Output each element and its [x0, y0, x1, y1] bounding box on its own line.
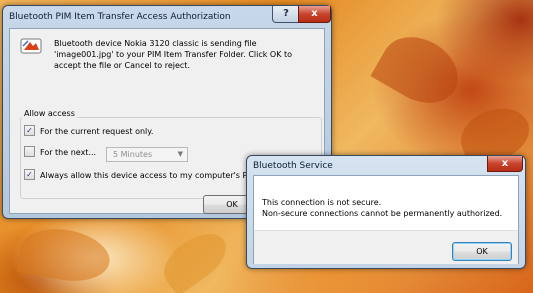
- for-next-option[interactable]: For the next...: [24, 146, 97, 159]
- dialog-body: This connection is not secure. Non-secur…: [253, 175, 519, 264]
- bluetooth-service-dialog: Bluetooth Service x This connection is n…: [246, 155, 526, 269]
- dialog-title: Bluetooth Service: [253, 161, 333, 171]
- dialog-title: Bluetooth PIM Item Transfer Access Autho…: [9, 12, 231, 22]
- option-label: For the next...: [40, 148, 97, 157]
- help-button[interactable]: ?: [272, 6, 300, 23]
- checkbox-checked-icon[interactable]: ✓: [24, 125, 35, 136]
- chevron-down-icon: ▼: [177, 150, 183, 158]
- duration-select[interactable]: 5 Minutes ▼: [106, 147, 188, 162]
- leaf-decoration: [370, 24, 470, 116]
- option-label: For the current request only.: [40, 127, 154, 136]
- transfer-message: Bluetooth device Nokia 3120 classic is s…: [54, 39, 293, 70]
- leaf-decoration: [154, 223, 236, 293]
- checkbox-checked-icon[interactable]: ✓: [24, 169, 35, 180]
- leaf-decoration: [16, 222, 114, 288]
- bluetooth-transfer-icon: [20, 37, 42, 55]
- duration-value: 5 Minutes: [113, 150, 153, 159]
- ok-button[interactable]: OK: [452, 242, 512, 261]
- allow-access-label: Allow access: [22, 109, 77, 118]
- security-message: This connection is not secure. Non-secur…: [262, 197, 512, 219]
- message-line: Non-secure connections cannot be permane…: [262, 209, 503, 218]
- message-line: This connection is not secure.: [262, 198, 382, 207]
- close-button[interactable]: x: [487, 156, 523, 172]
- checkbox-unchecked-icon[interactable]: [24, 146, 35, 157]
- close-button[interactable]: x: [298, 6, 331, 23]
- current-request-option[interactable]: ✓ For the current request only.: [24, 125, 154, 138]
